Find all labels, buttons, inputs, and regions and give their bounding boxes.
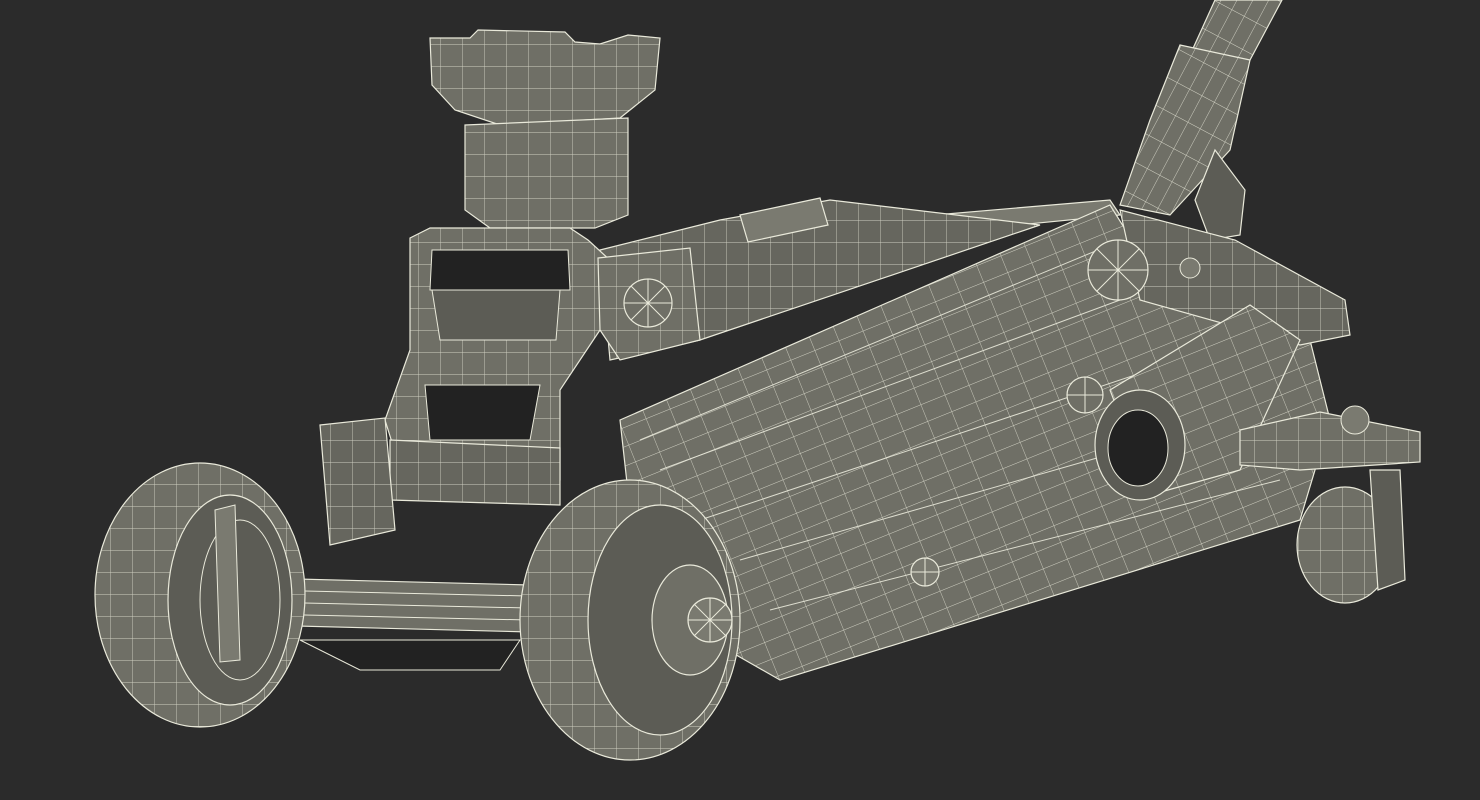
render-viewport — [0, 0, 1480, 800]
pump-socket — [1107, 409, 1169, 487]
handle-pin — [1179, 257, 1201, 279]
wireframe-render — [0, 0, 1480, 800]
jack-saddle — [429, 29, 661, 229]
left-front-wheel — [94, 462, 306, 728]
right-front-wheel — [519, 479, 741, 761]
